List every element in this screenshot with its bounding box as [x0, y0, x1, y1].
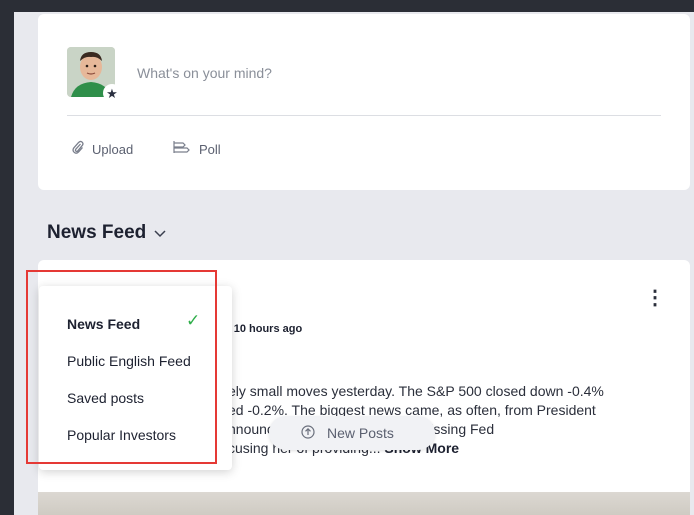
- poll-icon: [173, 140, 191, 158]
- highlight-box: [26, 270, 217, 464]
- upload-label: Upload: [92, 142, 134, 157]
- new-posts-button[interactable]: New Posts: [269, 416, 435, 450]
- post-composer: ★ What's on your mind? Upload Poll: [38, 14, 690, 190]
- poll-label: Poll: [199, 141, 221, 157]
- star-icon: ★: [103, 84, 121, 102]
- poll-button[interactable]: Poll: [173, 140, 221, 158]
- post-timestamp: t 10 hours ago: [227, 323, 303, 335]
- feed-title: News Feed: [47, 222, 147, 243]
- post-image[interactable]: [38, 492, 690, 515]
- composer-input[interactable]: What's on your mind?: [137, 65, 272, 81]
- arrow-up-circle-icon: [301, 424, 315, 442]
- new-posts-label: New Posts: [327, 425, 394, 441]
- more-options-icon[interactable]: ⋮: [645, 288, 665, 308]
- paperclip-icon: [72, 140, 84, 159]
- left-rail: [0, 0, 14, 515]
- post-line: ely small moves yesterday. The S&P 500 c…: [228, 383, 604, 399]
- upload-button[interactable]: Upload: [72, 140, 133, 159]
- top-strip: [14, 0, 694, 12]
- feed-selector[interactable]: News Feed: [47, 222, 166, 244]
- chevron-down-icon: [154, 225, 166, 241]
- divider: [67, 115, 661, 116]
